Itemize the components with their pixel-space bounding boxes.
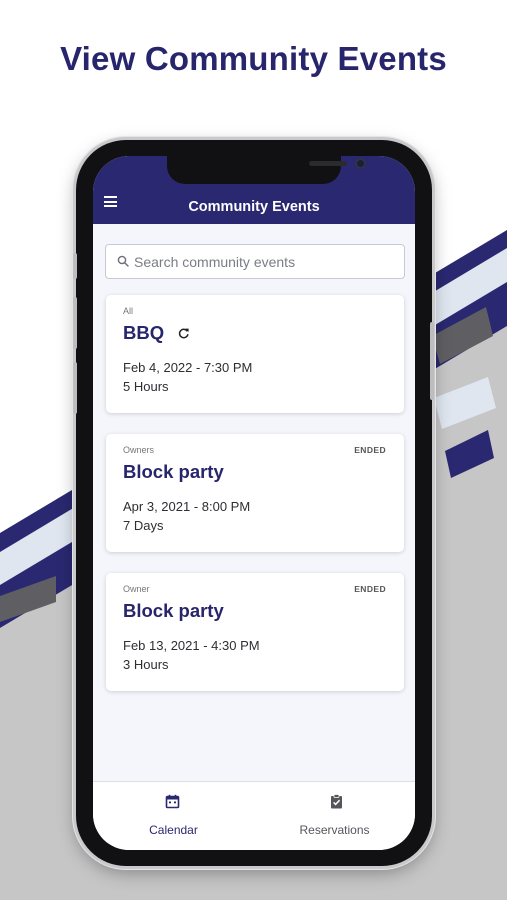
event-category: Owner: [123, 584, 150, 594]
event-card[interactable]: Owner ENDED Block party Feb 13, 2021 - 4…: [106, 573, 404, 691]
page-headline: View Community Events: [60, 40, 447, 77]
event-category: Owners: [123, 445, 155, 455]
event-category: All: [123, 306, 134, 316]
event-date: Feb 4, 2022 - 7:30 PM: [123, 360, 253, 375]
nav-label-reservations: Reservations: [299, 823, 370, 837]
nav-reservations[interactable]: Reservations: [254, 782, 415, 850]
event-date: Apr 3, 2021 - 8:00 PM: [123, 499, 251, 514]
phone-side-button: [73, 297, 77, 349]
phone-side-button: [430, 322, 434, 400]
calendar-icon: [165, 794, 180, 809]
phone-side-button: [73, 362, 77, 414]
front-camera: [355, 158, 366, 169]
status-badge: ENDED: [354, 584, 386, 594]
bottom-navigation: Calendar Reservations: [93, 781, 415, 850]
event-duration: 5 Hours: [123, 379, 169, 394]
search-icon: [117, 255, 129, 267]
event-card[interactable]: All BBQ Feb 4, 2022 - 7:30 PM 5 Hours: [106, 295, 404, 413]
event-date: Feb 13, 2021 - 4:30 PM: [123, 638, 260, 653]
nav-calendar[interactable]: Calendar: [93, 782, 254, 850]
clipboard-check-icon: [331, 794, 342, 809]
recurring-icon: [178, 328, 189, 339]
event-title: Block party: [123, 461, 224, 482]
search-bar[interactable]: [105, 244, 405, 279]
search-input[interactable]: [134, 245, 399, 278]
phone-notch: [167, 156, 366, 184]
app-bar: Community Events: [93, 156, 415, 224]
event-card[interactable]: Owners ENDED Block party Apr 3, 2021 - 8…: [106, 434, 404, 552]
event-duration: 3 Hours: [123, 657, 169, 672]
app-screen: Community Events All BBQ Feb 4, 2022 - 7…: [93, 156, 415, 850]
status-badge: ENDED: [354, 445, 386, 455]
event-title: Block party: [123, 600, 224, 621]
speaker-grille: [309, 161, 347, 166]
event-duration: 7 Days: [123, 518, 164, 533]
event-title: BBQ: [123, 322, 165, 343]
app-title: Community Events: [188, 199, 320, 215]
nav-label-calendar: Calendar: [149, 823, 198, 837]
phone-side-button: [73, 253, 77, 279]
